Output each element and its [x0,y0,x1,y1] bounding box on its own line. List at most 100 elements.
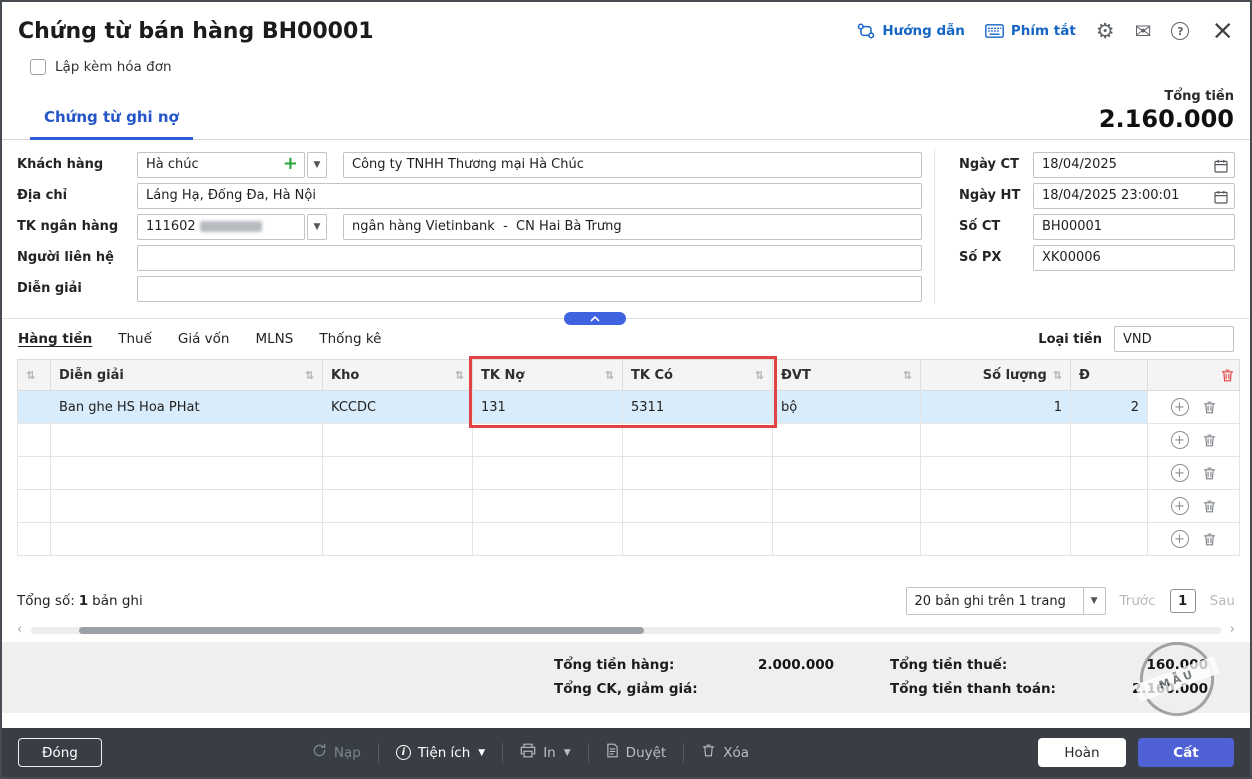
tab-mlns[interactable]: MLNS [256,331,294,347]
contact-input[interactable] [137,245,922,271]
delete-button[interactable]: Xóa [701,743,749,762]
cell-dien-giai[interactable]: Ban ghe HS Hoa PHat [51,391,323,424]
shortcuts-link[interactable]: Phím tắt [985,23,1076,39]
table-row-empty[interactable]: + [18,523,1240,556]
prev-page-button[interactable]: Trước [1120,593,1156,609]
table-row-empty[interactable]: + [18,424,1240,457]
address-input[interactable] [137,183,922,209]
page-size-select[interactable]: 20 bản ghi trên 1 trang ▼ [906,587,1106,615]
bank-account-field[interactable]: 111602 [137,214,305,240]
col-actions [1148,360,1240,391]
delete-row-icon[interactable] [1202,532,1217,547]
invoice-checkbox[interactable] [30,59,46,75]
form-right-column: Ngày CT Ngày HT Số CT Số PX [935,149,1235,304]
guide-label: Hướng dẫn [882,23,965,39]
close-icon[interactable]: × [1211,20,1234,42]
calendar-icon[interactable] [1214,189,1228,208]
cell-don-gia[interactable]: 2 [1071,391,1148,424]
line-items-grid: ⇅ Diễn giải⇅ Kho⇅ TK Nợ⇅ TK Có⇅ ĐVT⇅ Số … [17,359,1235,556]
detail-tabs: Hàng tiền Thuế Giá vốn MLNS Thống kê Loạ… [2,319,1250,359]
currency-input[interactable] [1114,326,1234,352]
current-page-number[interactable]: 1 [1170,589,1196,613]
sort-icon[interactable]: ⇅ [455,369,464,382]
doc-date-input[interactable] [1033,152,1235,178]
tab-chung-tu-ghi-no[interactable]: Chứng từ ghi nợ [30,108,193,140]
doc-number-input[interactable] [1033,214,1235,240]
titlebar: Chứng từ bán hàng BH00001 Hướng dẫn Phím… [2,2,1250,54]
tab-gia-von[interactable]: Giá vốn [178,331,230,347]
cell-tk-co[interactable]: 5311 [623,391,773,424]
page-title: Chứng từ bán hàng BH00001 [18,19,374,44]
total-goods-value: 2.000.000 [704,657,834,673]
row-handle-cell [18,391,51,424]
save-button[interactable]: Cất [1138,738,1234,767]
collapse-form-button[interactable] [564,312,626,325]
feedback-mail-icon[interactable]: ✉ [1135,21,1152,41]
settings-gear-icon[interactable]: ⚙ [1096,21,1115,42]
close-button[interactable]: Đóng [18,738,102,767]
delivery-number-input[interactable] [1033,245,1235,271]
grand-total-box: Tổng tiền 2.160.000 [1099,89,1234,139]
add-customer-icon[interactable]: + [283,155,298,173]
table-row-empty[interactable]: + [18,490,1240,523]
add-row-icon[interactable]: + [1171,464,1189,482]
delete-row-icon[interactable] [1202,433,1217,448]
cell-kho[interactable]: KCCDC [323,391,473,424]
sort-icon[interactable]: ⇅ [605,369,614,382]
posting-date-input[interactable] [1033,183,1235,209]
sort-icon[interactable]: ⇅ [1053,369,1062,382]
title-actions: Hướng dẫn Phím tắt ⚙ ✉ ? × [857,20,1234,42]
delete-row-icon[interactable] [1202,400,1217,415]
delete-row-icon[interactable] [1202,499,1217,514]
trash-icon [701,743,716,762]
cell-tk-no[interactable]: 131 [473,391,623,424]
invoice-checkbox-label: Lập kèm hóa đơn [55,59,172,75]
scroll-left-icon[interactable]: ‹ [17,622,22,637]
next-page-button[interactable]: Sau [1210,593,1235,609]
sort-icon[interactable]: ⇅ [26,369,35,382]
table-row-empty[interactable]: + [18,457,1240,490]
doc-number-label: Số CT [959,219,1033,234]
col-dvt: ĐVT⇅ [773,360,921,391]
scroll-right-icon[interactable]: › [1230,622,1235,637]
doc-tab-row: Chứng từ ghi nợ Tổng tiền 2.160.000 [2,80,1250,140]
page-size-dropdown-arrow[interactable]: ▼ [1083,588,1105,614]
sort-icon[interactable]: ⇅ [305,369,314,382]
approve-button[interactable]: Duyệt [606,743,667,762]
add-row-icon[interactable]: + [1171,530,1189,548]
cell-so-luong[interactable]: 1 [921,391,1071,424]
bank-account-dropdown-arrow[interactable]: ▼ [307,214,327,240]
tab-hang-tien[interactable]: Hàng tiền [18,331,92,347]
sort-icon[interactable]: ⇅ [903,369,912,382]
customer-code-input[interactable] [137,152,305,178]
add-row-icon[interactable]: + [1171,431,1189,449]
help-icon[interactable]: ? [1171,22,1189,40]
spacer [2,713,1250,728]
cell-dvt[interactable]: bộ [773,391,921,424]
add-row-icon[interactable]: + [1171,497,1189,515]
tab-thue[interactable]: Thuế [118,331,152,347]
sort-icon[interactable]: ⇅ [755,369,764,382]
add-row-icon[interactable]: + [1171,398,1189,416]
calendar-icon[interactable] [1214,158,1228,177]
scrollbar-thumb[interactable] [79,627,644,634]
description-input[interactable] [137,276,922,302]
col-tk-co: TK Có⇅ [623,360,773,391]
guide-link[interactable]: Hướng dẫn [857,23,965,39]
bank-name-input[interactable] [343,214,922,240]
tab-thong-ke[interactable]: Thống kê [319,331,381,347]
info-icon: i [396,745,411,760]
col-kho: Kho⇅ [323,360,473,391]
col-tk-no: TK Nợ⇅ [473,360,623,391]
customer-dropdown-arrow[interactable]: ▼ [307,152,327,178]
form-left-column: Khách hàng + ▼ Địa chỉ TK ngân hàng [17,149,935,304]
table-row[interactable]: Ban ghe HS Hoa PHat KCCDC 131 5311 bộ 1 … [18,391,1240,424]
utilities-button[interactable]: i Tiện ích ▼ [396,745,485,761]
delete-row-icon[interactable] [1202,466,1217,481]
undo-button[interactable]: Hoàn [1038,738,1126,767]
delete-all-icon[interactable] [1220,368,1235,383]
reload-button[interactable]: Nạp [312,743,361,762]
print-button[interactable]: In ▼ [520,743,570,762]
customer-name-input[interactable] [343,152,922,178]
total-goods-label: Tổng tiền hàng: [554,657,704,673]
